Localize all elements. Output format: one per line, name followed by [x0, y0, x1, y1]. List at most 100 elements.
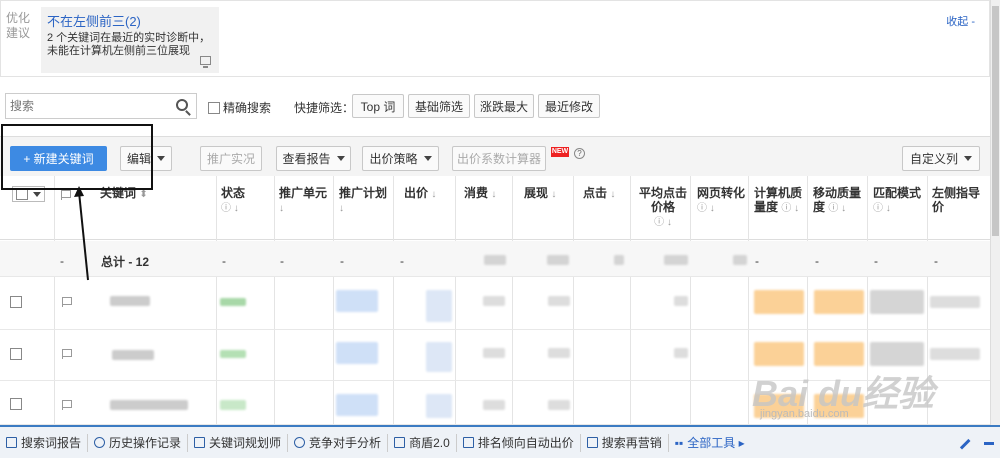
filter-biggest-change[interactable]: 涨跌最大	[474, 94, 534, 118]
blurred-value	[483, 296, 505, 306]
blurred-status	[220, 400, 246, 410]
col-header-pc-quality[interactable]: 计算机质量度 ⓘ ↓	[754, 186, 806, 216]
filter-top-words[interactable]: Top 词	[352, 94, 404, 118]
suggestion-panel: 优化建议 不在左侧前三(2) 2 个关键词在最近的实时诊断中，未能在计算机左侧前…	[0, 0, 990, 77]
col-header-status[interactable]: 状态 ⓘ ↓	[221, 186, 245, 216]
blurred-value	[548, 400, 570, 410]
blurred-pc-quality	[754, 342, 804, 366]
blurred-value	[674, 296, 688, 306]
custom-columns-dropdown[interactable]: 自定义列	[902, 146, 980, 171]
flag-icon[interactable]	[62, 400, 72, 410]
blurred-match	[870, 342, 924, 366]
col-header-clicks[interactable]: 点击 ↓	[583, 186, 615, 202]
blurred-pc-quality	[754, 290, 804, 314]
blurred-value	[733, 255, 747, 265]
eye-icon	[294, 437, 306, 448]
total-dash: -	[400, 254, 404, 268]
col-header-impressions[interactable]: 展现 ↓	[524, 186, 556, 202]
blurred-bid	[426, 290, 452, 322]
blurred-value	[614, 255, 624, 265]
col-header-mobile-quality[interactable]: 移动质量度 ⓘ ↓	[813, 186, 867, 216]
filter-recent-modified[interactable]: 最近修改	[538, 94, 600, 118]
suggestion-title[interactable]: 不在左侧前三(2)	[47, 11, 213, 30]
blurred-status	[220, 350, 246, 358]
promo-status-button[interactable]: 推广实况	[200, 146, 262, 171]
blurred-value	[548, 348, 570, 358]
row-checkbox[interactable]	[10, 296, 22, 308]
search-input[interactable]	[6, 94, 166, 118]
flag-icon[interactable]	[62, 297, 72, 307]
suggestion-desc: 2 个关键词在最近的实时诊断中，未能在计算机左侧前三位展现	[47, 32, 211, 57]
blurred-value	[548, 296, 570, 306]
total-dash: -	[222, 254, 226, 268]
tool-competitor-analysis[interactable]: 竞争对手分析	[288, 433, 389, 452]
blurred-plan	[336, 342, 378, 364]
tool-shangdun[interactable]: 商盾2.0	[388, 433, 457, 452]
chevron-down-icon	[336, 156, 345, 161]
row-checkbox[interactable]	[10, 348, 22, 360]
vertical-scrollbar[interactable]	[990, 0, 1000, 425]
tool-keyword-planner[interactable]: 关键词规划师	[188, 433, 289, 452]
suggestion-label: 优化建议	[5, 11, 30, 40]
col-header-unit[interactable]: 推广单元 ↓	[279, 186, 327, 216]
quick-filter-label: 快捷筛选：	[294, 101, 355, 115]
bid-calculator-button[interactable]: 出价系数计算器	[452, 146, 546, 171]
baidu-watermark-url: jingyan.baidu.com	[760, 408, 849, 420]
blurred-mobile-quality	[814, 290, 864, 314]
minimize-icon[interactable]	[984, 442, 994, 445]
col-header-match-type[interactable]: 匹配模式 ⓘ ↓	[873, 186, 921, 216]
report-icon	[6, 437, 17, 448]
shield-icon	[394, 437, 406, 448]
tool-remarketing[interactable]: 搜索再营销	[581, 433, 669, 452]
tool-search-term-report[interactable]: 搜索词报告	[0, 433, 89, 452]
filter-basic[interactable]: 基础筛选	[408, 94, 470, 118]
help-icon[interactable]: ?	[574, 148, 585, 159]
blurred-value	[483, 348, 505, 358]
col-header-conversion[interactable]: 网页转化 ⓘ ↓	[697, 186, 745, 216]
blurred-value	[930, 348, 980, 360]
flag-icon[interactable]	[62, 349, 72, 359]
total-dash: -	[60, 254, 64, 268]
total-dash: -	[874, 254, 878, 268]
col-header-plan[interactable]: 推广计划 ↓	[339, 186, 387, 216]
col-header-cost[interactable]: 消费 ↓	[464, 186, 496, 202]
total-dash: -	[815, 254, 819, 268]
blurred-keyword	[110, 400, 188, 410]
tool-history-log[interactable]: 历史操作记录	[88, 433, 189, 452]
tool-auto-bid[interactable]: 排名倾向自动出价	[457, 433, 581, 452]
exact-search-checkbox[interactable]	[208, 101, 220, 114]
suggestion-card[interactable]: 不在左侧前三(2) 2 个关键词在最近的实时诊断中，未能在计算机左侧前三位展现	[41, 7, 219, 73]
collapse-link[interactable]: 收起 -	[946, 13, 975, 29]
col-header-left-price[interactable]: 左侧指导价	[932, 186, 982, 214]
chevron-down-icon	[964, 156, 972, 161]
clock-icon	[94, 437, 106, 448]
new-badge: NEW	[551, 147, 569, 157]
chevron-down-icon	[33, 191, 41, 197]
col-header-bid[interactable]: 出价 ↓	[404, 186, 436, 202]
flag-icon	[61, 190, 71, 200]
all-tools-button[interactable]: ▪▪ 全部工具 ▸	[669, 434, 751, 452]
row-checkbox[interactable]	[10, 398, 22, 410]
blurred-value	[664, 255, 688, 265]
custom-columns-label: 自定义列	[909, 152, 958, 166]
view-report-label: 查看报告	[282, 152, 331, 166]
blurred-match	[870, 290, 924, 314]
blurred-value	[547, 255, 569, 265]
monitor-icon	[200, 56, 211, 68]
blurred-value	[484, 255, 506, 265]
search-icon[interactable]	[176, 99, 188, 111]
bid-strategy-dropdown[interactable]: 出价策略	[362, 146, 439, 171]
total-label: 总计 - 12	[101, 255, 150, 269]
exact-search[interactable]: 精确搜索	[208, 99, 271, 116]
total-dash: -	[755, 254, 759, 268]
scrollbar-thumb[interactable]	[992, 6, 999, 236]
col-header-avg-cpc[interactable]: 平均点击价格 ⓘ ↓	[637, 186, 689, 230]
blurred-value	[483, 400, 505, 410]
view-report-dropdown[interactable]: 查看报告	[276, 146, 351, 171]
rank-icon	[462, 437, 474, 448]
blurred-value	[674, 348, 688, 358]
grid-icon: ▪▪	[674, 435, 684, 450]
blurred-bid	[426, 342, 452, 372]
search-box[interactable]	[5, 93, 197, 119]
remarketing-icon	[586, 437, 598, 448]
